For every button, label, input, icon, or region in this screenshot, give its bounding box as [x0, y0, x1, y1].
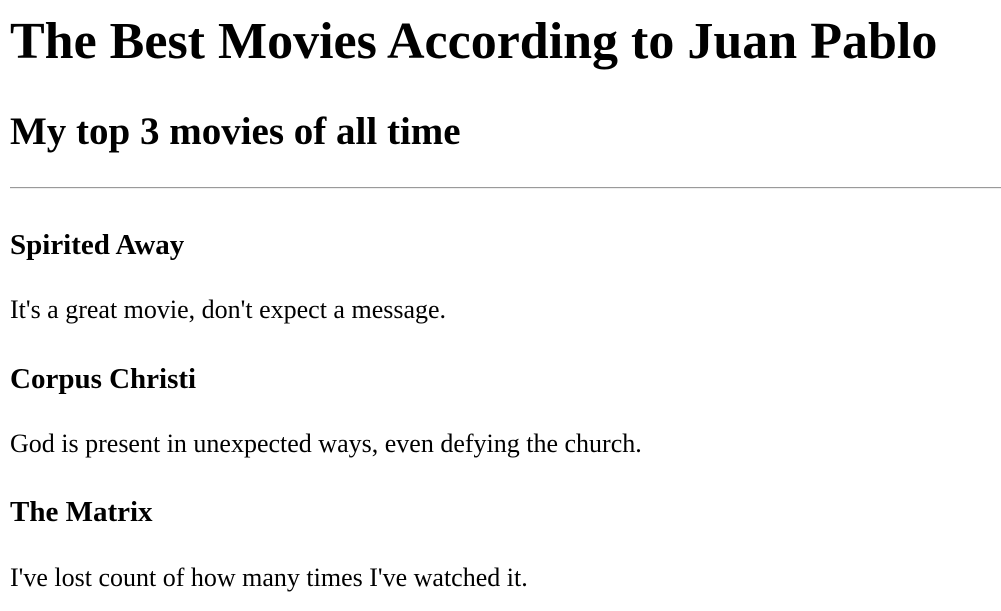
movie-title: Spirited Away [10, 229, 185, 261]
page: The Best Movies According to Juan Pablo … [0, 0, 1001, 611]
movie-title: The Matrix [10, 496, 153, 528]
page-title: The Best Movies According to Juan Pablo [10, 13, 938, 70]
movie-description: God is present in unexpected ways, even … [10, 429, 642, 458]
movie-description: It's a great movie, don't expect a messa… [10, 295, 447, 324]
page-subtitle: My top 3 movies of all time [10, 110, 461, 153]
movie-title: Corpus Christi [10, 363, 197, 395]
movie-description: I've lost count of how many times I've w… [10, 563, 528, 592]
divider [10, 187, 1001, 189]
